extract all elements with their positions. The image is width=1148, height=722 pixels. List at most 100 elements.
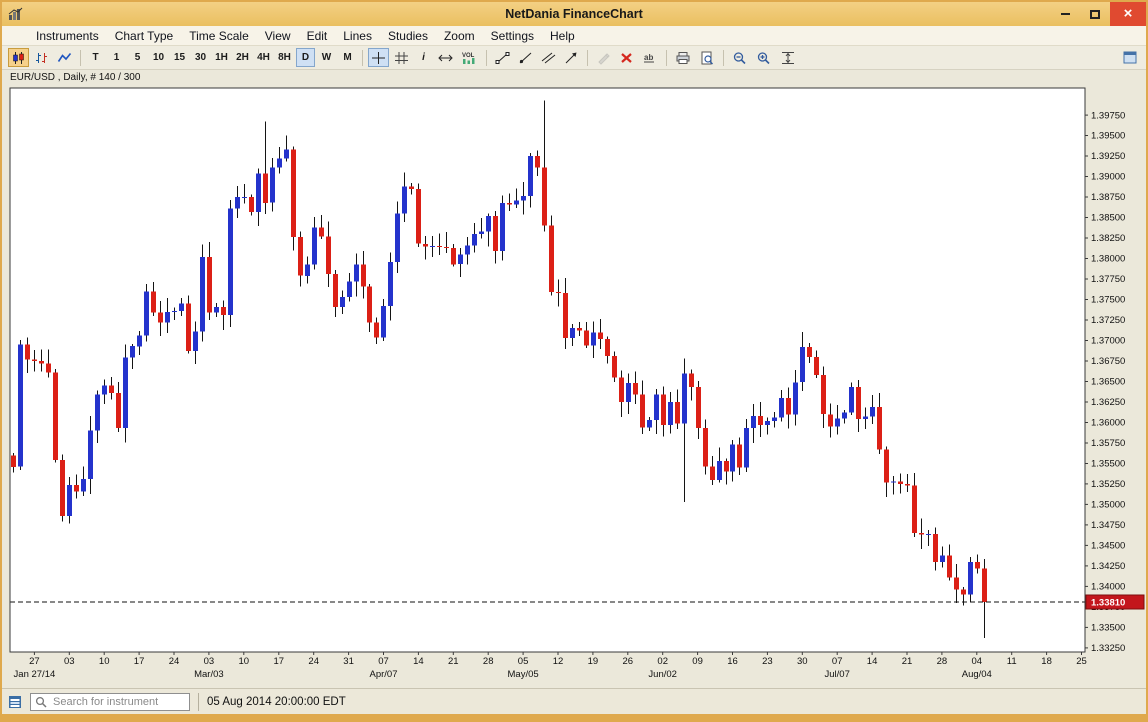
candle: [647, 420, 652, 427]
close-button[interactable]: ×: [1110, 2, 1146, 26]
menu-help[interactable]: Help: [542, 27, 583, 45]
menu-instruments[interactable]: Instruments: [28, 27, 107, 45]
edit-lines-button[interactable]: [593, 48, 614, 67]
x-tick-label: 07: [832, 656, 843, 667]
menu-settings[interactable]: Settings: [483, 27, 542, 45]
chart-panel-button[interactable]: [1120, 48, 1140, 67]
candle: [849, 387, 854, 412]
x-tick-label: 27: [29, 656, 40, 667]
close-icon: ×: [1124, 6, 1133, 21]
y-tick-label: 1.35000: [1091, 500, 1125, 511]
print-preview-button[interactable]: [696, 48, 718, 67]
zoom-in-button[interactable]: [753, 48, 775, 67]
timeframe-5m-button[interactable]: 5: [128, 48, 147, 67]
expand-horizontal-button[interactable]: [435, 48, 456, 67]
candle: [514, 200, 519, 204]
info-button[interactable]: i: [414, 48, 433, 67]
timeframe-15m-button[interactable]: 15: [170, 48, 189, 67]
candle: [961, 590, 966, 595]
candle: [95, 395, 100, 431]
candle: [479, 232, 484, 235]
y-tick-label: 1.34000: [1091, 582, 1125, 593]
menu-view[interactable]: View: [257, 27, 299, 45]
x-tick-label: 25: [1076, 656, 1087, 667]
timeframe-weekly-button[interactable]: W: [317, 48, 336, 67]
title-bar[interactable]: NetDania FinanceChart ×: [2, 2, 1146, 26]
candle: [605, 339, 610, 356]
candle: [828, 414, 833, 426]
timeframe-tick-button[interactable]: T: [86, 48, 105, 67]
timeframe-1m-button[interactable]: 1: [107, 48, 126, 67]
timeframe-4h-button[interactable]: 4H: [254, 48, 273, 67]
x-tick-label: 05: [518, 656, 529, 667]
menu-zoom[interactable]: Zoom: [436, 27, 483, 45]
x-tick-label: 10: [99, 656, 110, 667]
menu-edit[interactable]: Edit: [299, 27, 336, 45]
candle: [270, 168, 275, 203]
candle: [32, 359, 37, 361]
candle: [207, 257, 212, 313]
candle: [423, 244, 428, 247]
timeframe-2h-button[interactable]: 2H: [233, 48, 252, 67]
timeframe-8h-button[interactable]: 8H: [275, 48, 294, 67]
arrow-tool-button[interactable]: [561, 48, 582, 67]
value-labels-button[interactable]: ab: [639, 48, 661, 67]
fit-chart-button[interactable]: [777, 48, 799, 67]
y-tick-label: 1.34500: [1091, 541, 1125, 552]
candle: [703, 428, 708, 467]
x-tick-label: 10: [239, 656, 250, 667]
candle: [116, 393, 121, 428]
trendline-tool-button[interactable]: [492, 48, 513, 67]
svg-text:ab: ab: [644, 53, 653, 62]
search-input[interactable]: [51, 695, 185, 709]
month-label: Jan 27/14: [14, 669, 56, 680]
menu-lines[interactable]: Lines: [335, 27, 380, 45]
y-tick-label: 1.38250: [1091, 233, 1125, 244]
candle: [158, 313, 163, 323]
timeframe-10m-button[interactable]: 10: [149, 48, 168, 67]
print-button[interactable]: [672, 48, 694, 67]
menu-chart-type[interactable]: Chart Type: [107, 27, 181, 45]
x-tick-label: 02: [657, 656, 668, 667]
crosshair-button[interactable]: [368, 48, 389, 67]
candle: [765, 421, 770, 425]
x-tick-label: 28: [937, 656, 948, 667]
timeframe-daily-button[interactable]: D: [296, 48, 315, 67]
candle: [326, 236, 331, 274]
volume-button[interactable]: VOL: [458, 48, 481, 67]
y-tick-label: 1.33250: [1091, 643, 1125, 654]
menu-studies[interactable]: Studies: [380, 27, 436, 45]
zoom-out-icon: [732, 51, 748, 65]
delete-lines-button[interactable]: [616, 48, 637, 67]
maximize-button[interactable]: [1080, 2, 1110, 26]
line-chart-button[interactable]: [54, 48, 75, 67]
menu-time-scale[interactable]: Time Scale: [181, 27, 257, 45]
candle: [374, 323, 379, 338]
y-tick-label: 1.36000: [1091, 418, 1125, 429]
bar-chart-button[interactable]: [31, 48, 52, 67]
channel-tool-button[interactable]: [538, 48, 559, 67]
candlestick-chart-button[interactable]: [8, 48, 29, 67]
minimize-button[interactable]: [1050, 2, 1080, 26]
minimize-icon: [1061, 13, 1070, 15]
y-tick-label: 1.35250: [1091, 479, 1125, 490]
zoom-out-button[interactable]: [729, 48, 751, 67]
ray-tool-button[interactable]: [515, 48, 536, 67]
candle: [884, 450, 889, 483]
candle: [821, 375, 826, 414]
candle: [947, 555, 952, 577]
timeframe-30m-button[interactable]: 30: [191, 48, 210, 67]
timeframe-1h-button[interactable]: 1H: [212, 48, 231, 67]
y-tick-label: 1.36250: [1091, 397, 1125, 408]
candle: [144, 291, 149, 335]
month-label: Jun/02: [648, 669, 677, 680]
candle: [263, 173, 268, 203]
grid-button[interactable]: [391, 48, 412, 67]
price-chart[interactable]: 1.397501.395001.392501.390001.387501.385…: [2, 70, 1146, 688]
app-icon: [8, 7, 24, 21]
candle: [11, 455, 16, 467]
y-tick-label: 1.37500: [1091, 295, 1125, 306]
candle: [402, 186, 407, 213]
y-tick-label: 1.38750: [1091, 192, 1125, 203]
timeframe-monthly-button[interactable]: M: [338, 48, 357, 67]
